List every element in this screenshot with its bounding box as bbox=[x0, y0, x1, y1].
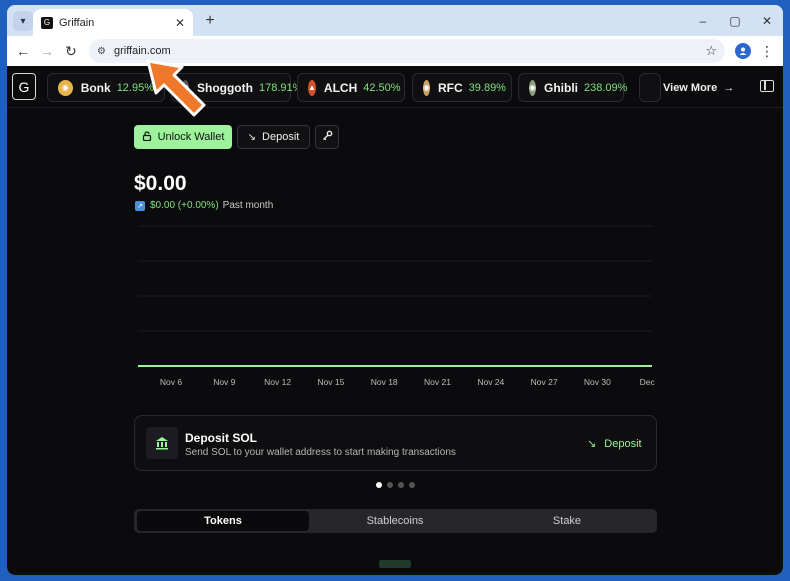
asset-tabs: Tokens Stablecoins Stake bbox=[134, 509, 657, 533]
ticker-item-partial[interactable] bbox=[639, 73, 661, 102]
arrow-right-icon: → bbox=[723, 81, 735, 94]
tab-tokens[interactable]: Tokens bbox=[137, 511, 309, 531]
browser-tab[interactable]: G Griffain ✕ bbox=[33, 9, 193, 36]
browser-menu-icon[interactable]: ⋮ bbox=[760, 41, 774, 61]
token-name: Bonk bbox=[80, 80, 111, 95]
unlock-wallet-label: Unlock Wallet bbox=[157, 131, 225, 143]
loading-placeholder bbox=[379, 560, 411, 568]
tab-stablecoins[interactable]: Stablecoins bbox=[309, 511, 481, 531]
chart-x-tick-label: Nov 6 bbox=[160, 377, 182, 387]
view-more-link[interactable]: View More → bbox=[663, 73, 734, 102]
ticker-item[interactable]: ▲ ALCH 42.50% bbox=[297, 73, 405, 102]
balance-change: ↗ $0.00 (+0.00%) Past month bbox=[135, 200, 273, 211]
deposit-sol-action[interactable]: ↘ Deposit bbox=[587, 437, 642, 450]
change-period: Past month bbox=[222, 200, 274, 211]
token-icon: ◉ bbox=[529, 79, 536, 96]
carousel-dot[interactable] bbox=[376, 482, 382, 488]
tab-title: Griffain bbox=[59, 16, 95, 29]
wallet-balance: $0.00 bbox=[134, 172, 187, 195]
deposit-label: Deposit bbox=[262, 131, 300, 143]
deposit-button[interactable]: ↘ Deposit bbox=[237, 125, 310, 149]
deposit-sol-action-label: Deposit bbox=[604, 438, 642, 450]
deposit-sol-title: Deposit SOL bbox=[185, 431, 258, 445]
lock-icon bbox=[142, 130, 152, 144]
carousel-dot[interactable] bbox=[387, 482, 393, 488]
view-more-label: View More bbox=[663, 81, 718, 94]
chart-x-tick-label: Nov 15 bbox=[317, 377, 344, 387]
token-ticker-bar: G ◉Bonk12.95%◉Shoggoth178.91%▲ALCH42.50%… bbox=[7, 66, 783, 108]
token-icon: ▲ bbox=[308, 79, 316, 96]
url-text[interactable]: griffain.com bbox=[114, 45, 705, 57]
deposit-sol-card[interactable]: Deposit SOL Send SOL to your wallet addr… bbox=[134, 415, 657, 471]
bookmark-star-icon[interactable]: ☆ bbox=[705, 43, 717, 59]
token-change: 238.09% bbox=[583, 81, 628, 94]
deposit-sol-subtitle: Send SOL to your wallet address to start… bbox=[185, 447, 456, 458]
carousel-dots bbox=[376, 482, 415, 488]
pointer-arrow-icon bbox=[146, 59, 206, 117]
minimize-button[interactable]: – bbox=[691, 11, 715, 31]
title-bar: ▾ G Griffain ✕ + – ▢ ✕ bbox=[7, 5, 783, 36]
arrow-down-right-icon: ↘ bbox=[247, 131, 257, 143]
favicon-icon: G bbox=[41, 16, 53, 29]
key-button[interactable] bbox=[315, 125, 339, 149]
trend-up-icon: ↗ bbox=[135, 200, 145, 211]
chart-x-tick-label: Dec 3 bbox=[640, 377, 655, 387]
token-name: RFC bbox=[437, 80, 463, 95]
forward-button[interactable]: → bbox=[37, 41, 57, 61]
token-icon: ◉ bbox=[58, 79, 73, 96]
griffain-logo[interactable]: G bbox=[12, 73, 36, 100]
chart-x-tick-label: Nov 9 bbox=[213, 377, 235, 387]
token-change: 178.91% bbox=[258, 81, 303, 94]
token-name: Ghibli bbox=[543, 80, 578, 95]
back-button[interactable]: ← bbox=[13, 41, 33, 61]
token-icon: ◉ bbox=[423, 79, 430, 96]
chart-x-tick-label: Nov 21 bbox=[424, 377, 451, 387]
page-content: G ◉Bonk12.95%◉Shoggoth178.91%▲ALCH42.50%… bbox=[7, 66, 783, 575]
chart-x-tick-label: Nov 24 bbox=[477, 377, 504, 387]
token-change: 42.50% bbox=[363, 81, 401, 94]
unlock-wallet-button[interactable]: Unlock Wallet bbox=[134, 125, 232, 149]
key-icon bbox=[322, 130, 333, 144]
site-info-icon[interactable]: ⚙ bbox=[97, 46, 106, 57]
tab-close-icon[interactable]: ✕ bbox=[175, 16, 185, 30]
chart-x-tick-label: Nov 30 bbox=[584, 377, 611, 387]
tab-stake[interactable]: Stake bbox=[481, 511, 653, 531]
sidebar-toggle-icon[interactable] bbox=[760, 80, 774, 92]
chart-x-tick-label: Nov 12 bbox=[264, 377, 291, 387]
change-value: $0.00 (+0.00%) bbox=[150, 200, 219, 211]
balance-chart: Nov 6 Nov 9 Nov 12 Nov 15 Nov 18 Nov 21 Nov 24… bbox=[138, 225, 655, 387]
carousel-dot[interactable] bbox=[409, 482, 415, 488]
browser-toolbar: ← → ↻ ⚙ griffain.com ☆ ⋮ bbox=[7, 36, 783, 66]
token-change: 39.89% bbox=[468, 81, 506, 94]
bank-icon bbox=[146, 427, 178, 459]
new-tab-button[interactable]: + bbox=[200, 11, 220, 31]
carousel-dot[interactable] bbox=[398, 482, 404, 488]
chart-x-tick-label: Nov 18 bbox=[371, 377, 398, 387]
chart-x-tick-label: Nov 27 bbox=[531, 377, 558, 387]
close-window-button[interactable]: ✕ bbox=[755, 11, 779, 31]
ticker-item[interactable]: ◉ RFC 39.89% bbox=[412, 73, 512, 102]
arrow-down-right-icon: ↘ bbox=[587, 438, 597, 450]
maximize-button[interactable]: ▢ bbox=[723, 11, 747, 31]
ticker-item[interactable]: ◉ Ghibli 238.09% bbox=[518, 73, 628, 102]
profile-avatar-icon[interactable] bbox=[735, 43, 751, 59]
tab-search-icon[interactable]: ▾ bbox=[13, 11, 33, 31]
browser-window: ▾ G Griffain ✕ + – ▢ ✕ ← → ↻ ⚙ griffain.… bbox=[7, 5, 783, 575]
reload-button[interactable]: ↻ bbox=[61, 41, 81, 61]
token-name: ALCH bbox=[323, 80, 358, 95]
